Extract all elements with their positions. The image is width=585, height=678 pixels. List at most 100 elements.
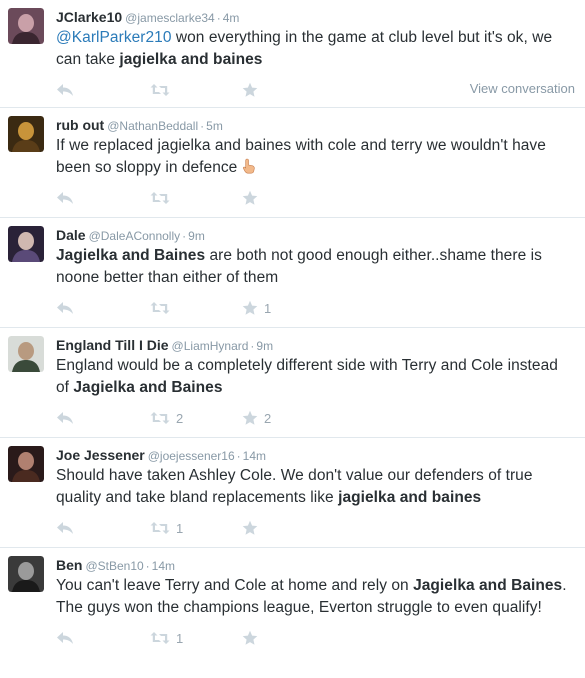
tweet-actions: 22 <box>56 399 575 437</box>
retweet-button[interactable]: 1 <box>150 629 183 647</box>
tweet-text: @KarlParker210 won everything in the gam… <box>56 27 575 71</box>
tweet-text: Jagielka and Baines are both not good en… <box>56 245 575 289</box>
tweet[interactable]: Ben @StBen10 · 14m You can't leave Terry and… <box>0 548 585 678</box>
tweet-actions: View conversation <box>56 71 575 109</box>
separator-dot: · <box>200 119 205 133</box>
user-handle[interactable]: @LiamHynard <box>172 339 249 353</box>
tweet-text: You can't leave Terry and Cole at home a… <box>56 575 575 619</box>
tweet-header: rub out @NathanBeddall · 5m <box>56 116 575 134</box>
tweet-header: JClarke10 @jamesclarke34 · 4m <box>56 8 575 26</box>
favorite-button[interactable] <box>242 189 264 207</box>
tweet-actions <box>56 179 575 217</box>
retweet-icon <box>150 521 170 535</box>
retweet-icon <box>150 301 170 315</box>
tweet-header: Joe Jessener @joejessener16 · 14m <box>56 446 575 464</box>
retweet-button[interactable]: 2 <box>150 409 183 427</box>
text-segment: jagielka and baines <box>338 489 482 506</box>
user-name[interactable]: England Till I Die <box>56 337 169 353</box>
reply-button[interactable] <box>56 81 74 99</box>
user-handle[interactable]: @jamesclarke34 <box>125 11 215 25</box>
separator-dot: · <box>250 339 255 353</box>
tweet[interactable]: Joe Jessener @joejessener16 · 14m Should hav… <box>0 438 585 548</box>
tweet-actions: 1 <box>56 289 575 327</box>
tweet[interactable]: Dale @DaleAConnolly · 9m Jagielka and Baines… <box>0 218 585 328</box>
separator-dot: · <box>216 11 221 25</box>
favorite-count: 2 <box>264 410 272 426</box>
favorite-button[interactable] <box>242 519 264 537</box>
retweet-count: 2 <box>176 410 184 426</box>
retweet-count: 1 <box>176 520 184 536</box>
user-handle[interactable]: @StBen10 <box>85 559 143 573</box>
tweet-text: England would be a completely different … <box>56 355 575 399</box>
favorite-button[interactable]: 2 <box>242 409 271 427</box>
tweet-text: If we replaced jagielka and baines with … <box>56 135 575 179</box>
text-segment: Jagielka and Baines <box>56 247 206 264</box>
user-name[interactable]: Ben <box>56 557 82 573</box>
user-handle[interactable]: @DaleAConnolly <box>89 229 181 243</box>
star-icon <box>242 300 258 316</box>
star-icon <box>242 630 258 646</box>
reply-icon <box>56 83 74 97</box>
tweet-header: Ben @StBen10 · 14m <box>56 556 575 574</box>
text-segment: You can't leave Terry and Cole at home a… <box>56 577 414 594</box>
tweet-actions: 1 <box>56 509 575 547</box>
favorite-count: 1 <box>264 300 272 316</box>
reply-button[interactable] <box>56 519 74 537</box>
text-segment: Jagielka and Baines <box>73 379 223 396</box>
tweet[interactable]: rub out @NathanBeddall · 5m If we replaced j… <box>0 108 585 218</box>
reply-icon <box>56 191 74 205</box>
view-conversation-link[interactable]: View conversation <box>470 81 575 96</box>
reply-button[interactable] <box>56 409 74 427</box>
retweet-icon <box>150 83 170 97</box>
retweet-button[interactable]: 1 <box>150 519 183 537</box>
favorite-button[interactable]: 1 <box>242 299 271 317</box>
tweet-text: Should have taken Ashley Cole. We don't … <box>56 465 575 509</box>
reply-button[interactable] <box>56 299 74 317</box>
retweet-button[interactable] <box>150 189 176 207</box>
timestamp[interactable]: 9m <box>256 339 273 353</box>
timestamp[interactable]: 9m <box>188 229 205 243</box>
timestamp[interactable]: 14m <box>152 559 175 573</box>
user-name[interactable]: Dale <box>56 227 86 243</box>
user-handle[interactable]: @joejessener16 <box>148 449 235 463</box>
favorite-button[interactable] <box>242 629 264 647</box>
separator-dot: · <box>182 229 187 243</box>
text-segment: If we replaced jagielka and baines with … <box>56 137 546 176</box>
star-icon <box>242 520 258 536</box>
user-name[interactable]: Joe Jessener <box>56 447 145 463</box>
reply-button[interactable] <box>56 629 74 647</box>
tweet-header: England Till I Die @LiamHynard · 9m <box>56 336 575 354</box>
retweet-button[interactable] <box>150 81 176 99</box>
text-segment: jagielka and baines <box>119 51 263 68</box>
tweet-header: Dale @DaleAConnolly · 9m <box>56 226 575 244</box>
timestamp[interactable]: 14m <box>243 449 266 463</box>
retweet-icon <box>150 631 170 645</box>
tweet-feed: JClarke10 @jamesclarke34 · 4m @KarlParker210… <box>0 0 585 678</box>
tweet[interactable]: England Till I Die @LiamHynard · 9m England … <box>0 328 585 438</box>
retweet-icon <box>150 191 170 205</box>
retweet-count: 1 <box>176 630 184 646</box>
retweet-button[interactable] <box>150 299 176 317</box>
favorite-button[interactable] <box>242 81 264 99</box>
star-icon <box>242 410 258 426</box>
star-icon <box>242 82 258 98</box>
tweet[interactable]: JClarke10 @jamesclarke34 · 4m @KarlParker210… <box>0 0 585 108</box>
reply-button[interactable] <box>56 189 74 207</box>
retweet-icon <box>150 411 170 425</box>
pointing-hand-icon <box>242 158 256 174</box>
reply-icon <box>56 631 74 645</box>
timestamp[interactable]: 5m <box>206 119 223 133</box>
reply-icon <box>56 301 74 315</box>
tweet-actions: 1 <box>56 619 575 657</box>
text-segment: Jagielka and Baines <box>413 577 563 594</box>
timestamp[interactable]: 4m <box>223 11 240 25</box>
star-icon <box>242 190 258 206</box>
reply-icon <box>56 411 74 425</box>
mention-link[interactable]: @KarlParker210 <box>56 29 172 46</box>
user-name[interactable]: JClarke10 <box>56 9 122 25</box>
reply-icon <box>56 521 74 535</box>
user-name[interactable]: rub out <box>56 117 104 133</box>
user-handle[interactable]: @NathanBeddall <box>107 119 198 133</box>
separator-dot: · <box>145 559 150 573</box>
separator-dot: · <box>236 449 241 463</box>
